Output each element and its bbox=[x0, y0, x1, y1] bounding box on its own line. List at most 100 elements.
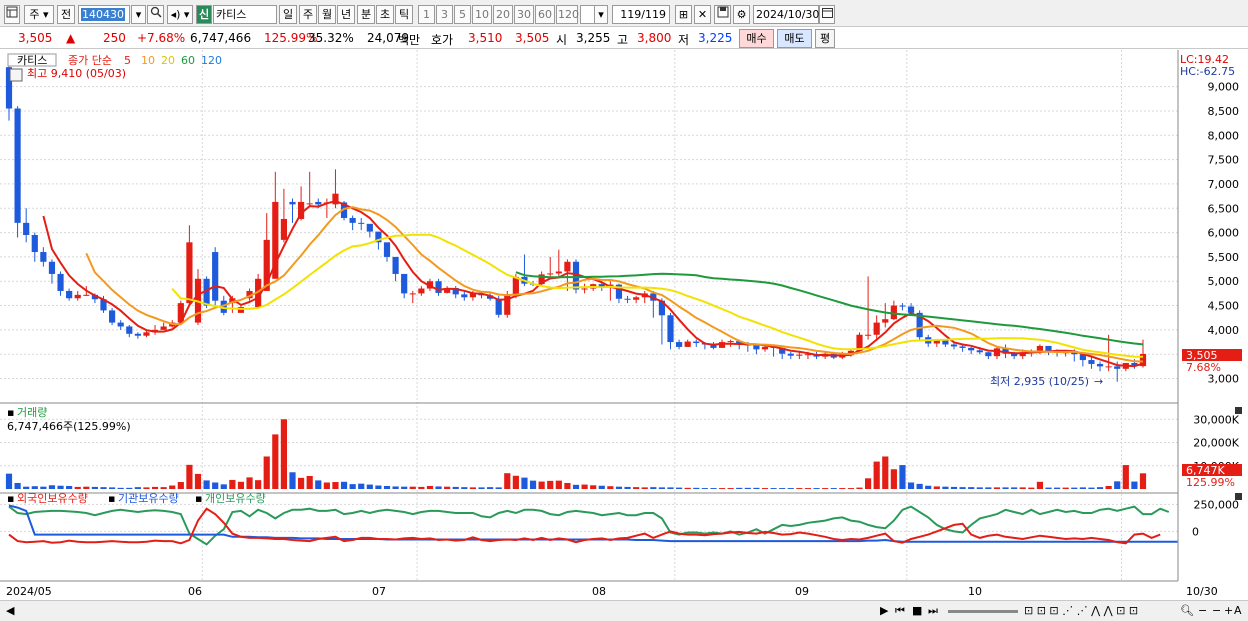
volume-bar bbox=[435, 486, 442, 489]
period-day[interactable]: 일 bbox=[279, 5, 297, 24]
interval-1[interactable]: 1 bbox=[418, 5, 435, 24]
volume-bar bbox=[942, 486, 949, 489]
change-percent: +7.68% bbox=[137, 31, 186, 45]
volume-bar bbox=[14, 482, 21, 489]
font-icon[interactable]: A bbox=[1234, 604, 1242, 617]
amount-unit: 백만 bbox=[398, 33, 421, 47]
candle-body bbox=[968, 347, 975, 351]
period-year[interactable]: 년 bbox=[337, 5, 355, 24]
candle-body bbox=[401, 273, 408, 294]
market-label: 주 bbox=[29, 8, 40, 21]
date-field[interactable]: 2024/10/30 bbox=[753, 5, 819, 24]
volume-bar bbox=[117, 487, 124, 489]
grid-icon[interactable]: ⊞ bbox=[675, 5, 692, 24]
volume-bar bbox=[916, 483, 923, 489]
candle-body bbox=[959, 346, 966, 348]
volume-bar bbox=[143, 487, 150, 489]
volume-bar bbox=[1002, 487, 1009, 489]
minus2-icon[interactable]: − bbox=[1212, 604, 1221, 617]
interval-20[interactable]: 20 bbox=[493, 5, 513, 24]
zoom-out-icon[interactable]: 🔍︎ bbox=[1180, 604, 1194, 617]
stop-icon[interactable]: ■ bbox=[912, 604, 922, 617]
candle-body bbox=[306, 203, 313, 205]
interval-3[interactable]: 3 bbox=[436, 5, 453, 24]
volume-bar bbox=[770, 488, 777, 489]
sound-icon[interactable]: ◂) ▾ bbox=[167, 5, 193, 24]
scroll-left-icon[interactable]: ◀ bbox=[6, 604, 14, 617]
forward-icon[interactable]: ⏭ bbox=[928, 604, 938, 618]
stock-name-field[interactable]: 카티스 bbox=[213, 5, 277, 24]
volume-close-icon[interactable] bbox=[1235, 407, 1242, 414]
avg-button[interactable]: 평 bbox=[815, 29, 835, 48]
period-tick[interactable]: 틱 bbox=[395, 5, 413, 24]
volume-bar bbox=[658, 487, 666, 489]
interval-5[interactable]: 5 bbox=[454, 5, 471, 24]
candle-body bbox=[392, 256, 399, 274]
volume-tick-label: 20,000K bbox=[1193, 437, 1239, 450]
volume-bar bbox=[718, 488, 726, 489]
interval-60[interactable]: 60 bbox=[535, 5, 555, 24]
scroll-right-icon[interactable]: ▶ bbox=[880, 604, 888, 617]
candle-body bbox=[48, 261, 56, 274]
ma-title: 종가 단순 bbox=[68, 54, 112, 67]
volume-bar bbox=[186, 464, 193, 489]
sell-button[interactable]: 매도 bbox=[777, 29, 812, 48]
custom-interval-dropdown[interactable]: ▾ bbox=[594, 5, 608, 24]
rewind-icon[interactable]: ⏮ bbox=[895, 604, 905, 618]
volume-bar bbox=[194, 473, 202, 489]
price-change: 250 bbox=[103, 31, 126, 45]
interval-30[interactable]: 30 bbox=[514, 5, 534, 24]
tool-icons[interactable]: ⊡ ⊡ ⊡ ⋰ ⋰ ⋀ ⋀ ⊡ ⊡ bbox=[1024, 604, 1138, 617]
volume-bar bbox=[444, 486, 451, 489]
volume-bar bbox=[813, 488, 820, 489]
volume-bar bbox=[779, 488, 786, 489]
volume-bar bbox=[1079, 487, 1086, 489]
volume-bar bbox=[375, 485, 382, 489]
volume-bar bbox=[1139, 473, 1147, 489]
settings-icon[interactable]: ⚙ bbox=[733, 5, 750, 24]
volume-bar bbox=[100, 487, 107, 489]
layout-icon[interactable] bbox=[4, 5, 20, 24]
volume-bar bbox=[289, 472, 296, 489]
individual-label: 개인보유수량 bbox=[205, 492, 266, 505]
interval-120[interactable]: 120 bbox=[556, 5, 579, 24]
volume-bar bbox=[306, 475, 313, 489]
candle-body bbox=[143, 332, 150, 336]
pct-tag: 7.68% bbox=[1186, 361, 1221, 374]
institution-label: 기관보유수량 bbox=[118, 492, 179, 505]
code-dropdown[interactable]: ▾ bbox=[131, 5, 146, 24]
chart-area: 3,0003,5004,0004,5005,0005,5006,0006,500… bbox=[0, 50, 1248, 600]
price-tick-label: 5,000 bbox=[1208, 275, 1240, 288]
calendar-icon[interactable] bbox=[9, 68, 23, 82]
period-month[interactable]: 월 bbox=[318, 5, 336, 24]
volume-bar bbox=[710, 488, 717, 489]
volume-bar bbox=[461, 487, 468, 489]
calendar-icon[interactable] bbox=[819, 5, 835, 24]
save-icon[interactable] bbox=[714, 5, 731, 24]
search-icon[interactable] bbox=[147, 5, 164, 24]
volume-bar bbox=[246, 477, 253, 489]
holding-close-icon[interactable] bbox=[1235, 493, 1242, 500]
prev-button[interactable]: 전 bbox=[57, 5, 75, 24]
volume-bar bbox=[160, 487, 167, 489]
interval-10[interactable]: 10 bbox=[472, 5, 492, 24]
buy-button[interactable]: 매수 bbox=[739, 29, 774, 48]
plus-icon[interactable]: + bbox=[1224, 604, 1233, 617]
zoom-slider[interactable] bbox=[948, 610, 1018, 613]
crosshair-icon[interactable]: ✕ bbox=[694, 5, 711, 24]
market-select[interactable]: 주 ▾ bbox=[24, 5, 54, 24]
volume-bar bbox=[839, 488, 846, 489]
volume-bar bbox=[91, 486, 99, 489]
period-week[interactable]: 주 bbox=[299, 5, 317, 24]
candle-body bbox=[83, 294, 90, 296]
minus-icon[interactable]: − bbox=[1198, 604, 1207, 617]
period-second[interactable]: 초 bbox=[376, 5, 394, 24]
code-input[interactable]: 140430 bbox=[78, 5, 130, 24]
volume-bar bbox=[899, 465, 906, 489]
candle-body bbox=[461, 294, 468, 298]
price-tick-label: 9,000 bbox=[1208, 81, 1240, 94]
period-minute[interactable]: 분 bbox=[357, 5, 375, 24]
volume-bar bbox=[890, 469, 897, 489]
volume-bar bbox=[383, 485, 391, 489]
volume-bar bbox=[1131, 481, 1138, 489]
